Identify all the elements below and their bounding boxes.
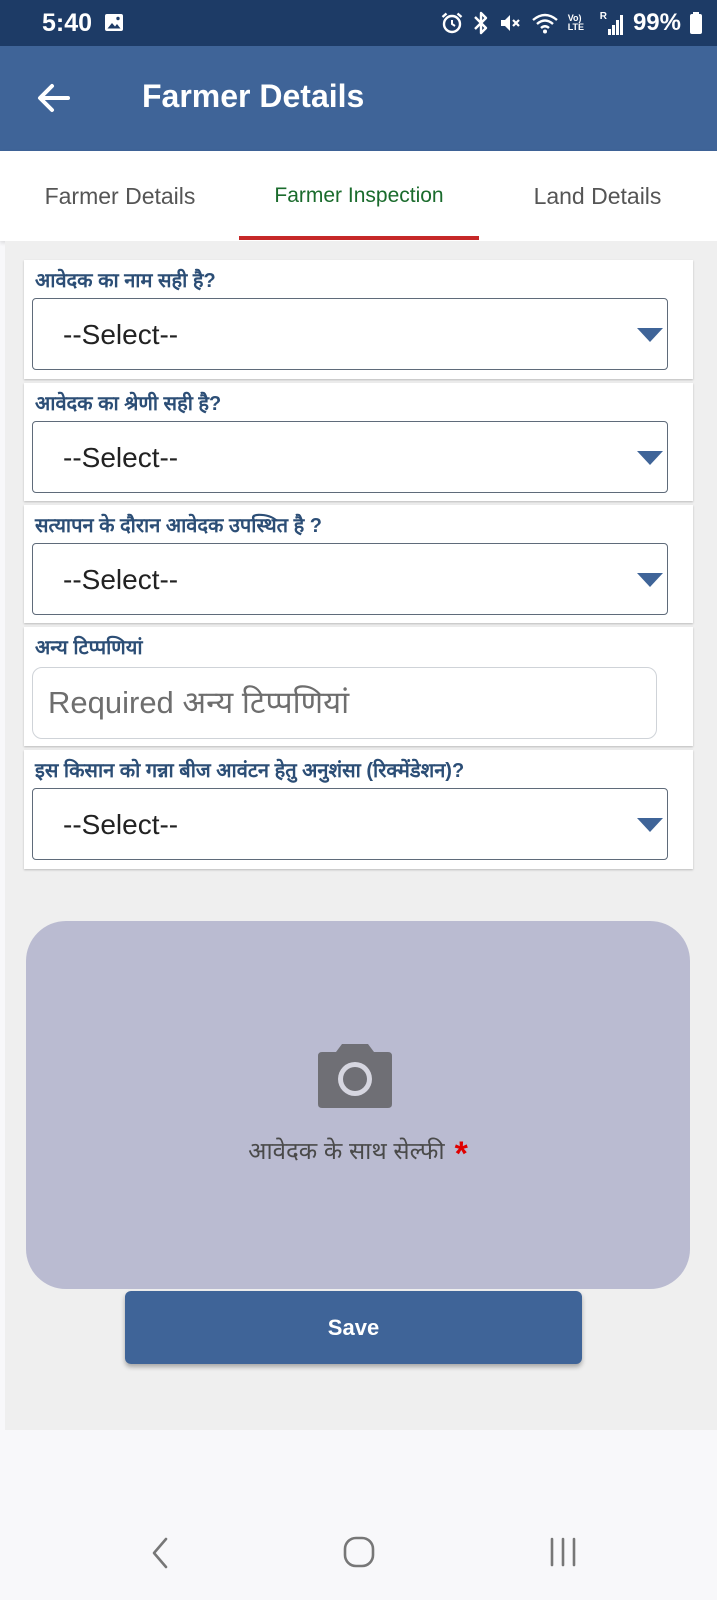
- battery-percent: 99%: [632, 9, 681, 36]
- form-content: आवेदक का नाम सही है? --Select-- आवेदक का…: [5, 241, 717, 1430]
- status-time: 5:40: [42, 9, 93, 37]
- selfie-upload-area[interactable]: आवेदक के साथ सेल्फी *: [26, 921, 690, 1289]
- bluetooth-icon: [473, 11, 487, 35]
- save-button[interactable]: Save: [125, 1291, 582, 1364]
- recommendation-card: इस किसान को गन्ना बीज आवंटन हेतु अनुशंसा…: [24, 750, 693, 869]
- dropdown-arrow-icon: [637, 451, 663, 465]
- home-nav-icon[interactable]: [343, 1536, 375, 1568]
- category-correct-label: आवेदक का श्रेणी सही है?: [35, 393, 222, 415]
- recommendation-select[interactable]: --Select--: [32, 788, 668, 860]
- selfie-label: आवेदक के साथ सेल्फी: [248, 1138, 445, 1165]
- recents-nav-icon[interactable]: [547, 1536, 579, 1568]
- category-correct-card: आवेदक का श्रेणी सही है? --Select--: [24, 383, 693, 501]
- camera-icon: [318, 1044, 392, 1108]
- applicant-present-label: सत्यापन के दौरान आवेदक उपस्थित है ?: [35, 515, 322, 537]
- app-bar: Farmer Details: [0, 46, 717, 151]
- name-correct-label: आवेदक का नाम सही है?: [35, 270, 216, 292]
- select-value: --Select--: [63, 442, 179, 473]
- other-comments-label: अन्य टिप्पणियां: [35, 637, 143, 659]
- alarm-icon: [441, 12, 463, 34]
- wifi-icon: [531, 13, 558, 34]
- tab-label: Farmer Inspection: [274, 184, 444, 207]
- tab-farmer-details[interactable]: Farmer Details: [0, 151, 240, 241]
- other-comments-card: अन्य टिप्पणियां: [24, 627, 693, 746]
- tab-land-details[interactable]: Land Details: [478, 151, 717, 241]
- roaming-indicator: R: [599, 11, 607, 22]
- select-value: --Select--: [63, 564, 179, 595]
- signal-icon: R: [600, 11, 623, 35]
- select-value: --Select--: [63, 809, 179, 840]
- required-marker: *: [454, 1135, 468, 1173]
- back-nav-icon[interactable]: [146, 1536, 176, 1570]
- selfie-label-row: आवेदक के साथ सेल्फी *: [26, 1131, 690, 1173]
- status-icons: Vo) LTE R 99%: [440, 8, 703, 38]
- category-correct-select[interactable]: --Select--: [32, 421, 668, 493]
- name-correct-select[interactable]: --Select--: [32, 298, 668, 370]
- tab-label: Land Details: [533, 182, 662, 209]
- active-tab-indicator: [239, 236, 479, 240]
- tab-farmer-inspection[interactable]: Farmer Inspection: [240, 151, 478, 241]
- mute-icon: [500, 15, 520, 31]
- name-correct-card: आवेदक का नाम सही है? --Select--: [24, 260, 693, 379]
- applicant-present-card: सत्यापन के दौरान आवेदक उपस्थित है ? --Se…: [24, 505, 693, 623]
- status-bar: 5:40 Vo) LTE R 99%: [0, 0, 717, 46]
- dropdown-arrow-icon: [637, 328, 663, 342]
- other-comments-input[interactable]: [32, 667, 657, 739]
- system-nav-bar: [0, 1508, 717, 1600]
- gallery-icon: [105, 14, 123, 31]
- page-title: Farmer Details: [142, 78, 365, 114]
- dropdown-arrow-icon: [637, 573, 663, 587]
- dropdown-arrow-icon: [637, 818, 663, 832]
- applicant-present-select[interactable]: --Select--: [32, 543, 668, 615]
- battery-icon: [690, 12, 702, 34]
- tab-bar: Farmer Details Farmer Inspection Land De…: [0, 151, 717, 241]
- recommendation-label: इस किसान को गन्ना बीज आवंटन हेतु अनुशंसा…: [35, 760, 465, 782]
- back-arrow-icon[interactable]: [34, 78, 74, 118]
- tab-label: Farmer Details: [44, 182, 196, 209]
- volte-indicator: Vo) LTE: [567, 13, 585, 32]
- select-value: --Select--: [63, 319, 179, 350]
